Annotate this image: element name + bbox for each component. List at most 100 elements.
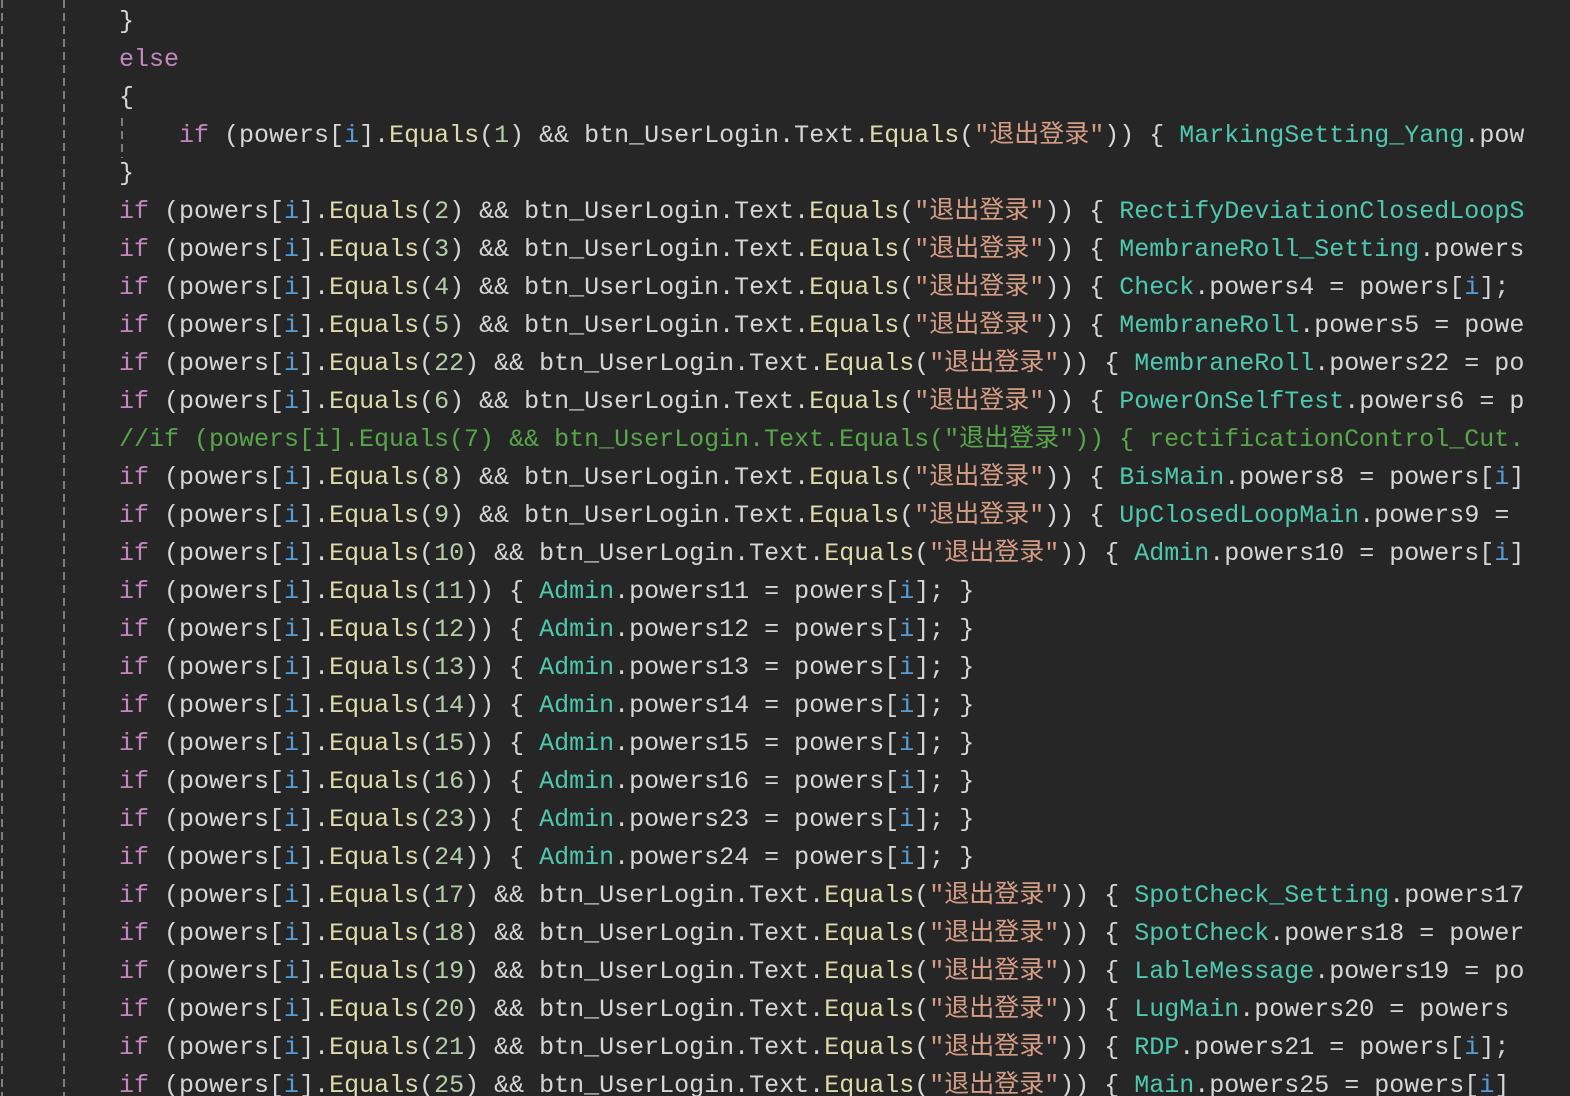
token-var: i (1479, 1071, 1495, 1096)
token-pl: )) { (1044, 311, 1120, 340)
token-kw: if (119, 919, 150, 948)
token-var: i (284, 767, 300, 796)
token-pl: )) { (1059, 539, 1135, 568)
token-pl: ( (419, 1033, 435, 1062)
token-pl: ( (899, 387, 915, 416)
token-m: Equals (329, 653, 420, 682)
token-pl: ( (419, 767, 435, 796)
token-pl: )) { (1059, 349, 1135, 378)
token-num: 11 (434, 577, 465, 606)
token-pl: ]; (1479, 273, 1510, 302)
token-pl: (powers[ (149, 957, 285, 986)
token-pl: .powers11 = powers[ (614, 577, 900, 606)
token-m: Equals (329, 577, 420, 606)
token-num: 24 (434, 843, 465, 872)
token-pl: ]. (299, 957, 330, 986)
token-str: "退出登录" (929, 881, 1060, 910)
token-var: i (284, 501, 300, 530)
token-pl: ( (419, 615, 435, 644)
token-kw: if (119, 387, 150, 416)
token-pl: ) && btn_UserLogin.Text. (449, 235, 810, 264)
token-var: i (284, 539, 300, 568)
token-m: Equals (329, 273, 420, 302)
token-pl: )) { (1044, 463, 1120, 492)
token-pl: } (119, 7, 135, 36)
token-pl: )) { (464, 615, 540, 644)
token-pl: (powers[ (149, 349, 285, 378)
token-pl: .powers16 = powers[ (614, 767, 900, 796)
token-var: i (284, 577, 300, 606)
token-pl: ( (914, 957, 930, 986)
token-pl: .powers8 = powers[ (1224, 463, 1495, 492)
token-pl: .powers20 = powers (1239, 995, 1510, 1024)
token-pl: .powers24 = powers[ (614, 843, 900, 872)
token-pl: ( (419, 805, 435, 834)
code-line: if (powers[i].Equals(16)) { Admin.powers… (119, 763, 1524, 801)
token-m: Equals (824, 919, 915, 948)
token-ty: RectifyDeviationClosedLoopS (1119, 197, 1525, 226)
token-pl: )) { (1044, 235, 1120, 264)
token-kw: if (119, 539, 150, 568)
code-line: } (119, 3, 1524, 41)
token-pl: ( (419, 653, 435, 682)
code-lines: }}else{ if (powers[i].Equals(1) && btn_U… (119, 0, 1524, 1096)
token-pl: (powers[ (149, 691, 285, 720)
token-ty: Admin (1134, 539, 1210, 568)
code-line: if (powers[i].Equals(23)) { Admin.powers… (119, 801, 1524, 839)
code-editor[interactable]: }}else{ if (powers[i].Equals(1) && btn_U… (0, 0, 1570, 1096)
token-kw: if (119, 349, 150, 378)
token-m: Equals (824, 995, 915, 1024)
token-var: i (899, 691, 915, 720)
token-m: Equals (809, 501, 900, 530)
token-pl: ( (419, 463, 435, 492)
token-ty: MarkingSetting_Yang (1179, 121, 1465, 150)
token-pl: (powers[ (209, 121, 345, 150)
token-pl: ( (914, 539, 930, 568)
token-pl: .powers21 = powers[ (1179, 1033, 1465, 1062)
code-line: { (119, 79, 1524, 117)
token-pl: (powers[ (149, 653, 285, 682)
token-m: Equals (824, 1071, 915, 1096)
token-pl: (powers[ (149, 729, 285, 758)
token-pl: )) { (1059, 995, 1135, 1024)
token-num: 8 (434, 463, 450, 492)
token-pl: .powers6 = p (1344, 387, 1525, 416)
token-pl: ( (914, 995, 930, 1024)
token-var: i (284, 691, 300, 720)
token-pl: ( (419, 387, 435, 416)
token-pl: ( (419, 843, 435, 872)
token-str: "退出登录" (914, 501, 1045, 530)
token-m: Equals (329, 1033, 420, 1062)
token-var: i (899, 843, 915, 872)
indent-guide (63, 0, 65, 1096)
code-line: if (powers[i].Equals(12)) { Admin.powers… (119, 611, 1524, 649)
token-pl: ]; } (914, 577, 975, 606)
token-num: 25 (434, 1071, 465, 1096)
token-m: Equals (329, 615, 420, 644)
token-pl: ) && btn_UserLogin.Text. (449, 273, 810, 302)
token-var: i (284, 1071, 300, 1096)
token-var: i (284, 995, 300, 1024)
token-pl: ]. (299, 729, 330, 758)
token-pl: .powers4 = powers[ (1194, 273, 1465, 302)
token-pl: ]. (299, 1071, 330, 1096)
token-pl: ( (914, 919, 930, 948)
token-m: Equals (824, 881, 915, 910)
token-m: Equals (329, 843, 420, 872)
token-pl: ) && btn_UserLogin.Text. (449, 387, 810, 416)
token-kw: if (119, 311, 150, 340)
token-pl: ]. (299, 653, 330, 682)
token-ty: BisMain (1119, 463, 1225, 492)
token-kw: if (119, 805, 150, 834)
token-m: Equals (809, 235, 900, 264)
token-kw: if (119, 995, 150, 1024)
token-pl: ) && btn_UserLogin.Text. (449, 463, 810, 492)
token-pl: ( (479, 121, 495, 150)
token-pl: (powers[ (149, 919, 285, 948)
token-num: 4 (434, 273, 450, 302)
token-num: 6 (434, 387, 450, 416)
token-var: i (284, 805, 300, 834)
token-m: Equals (329, 463, 420, 492)
code-line: if (powers[i].Equals(5) && btn_UserLogin… (119, 307, 1524, 345)
token-str: "退出登录" (929, 1071, 1060, 1096)
